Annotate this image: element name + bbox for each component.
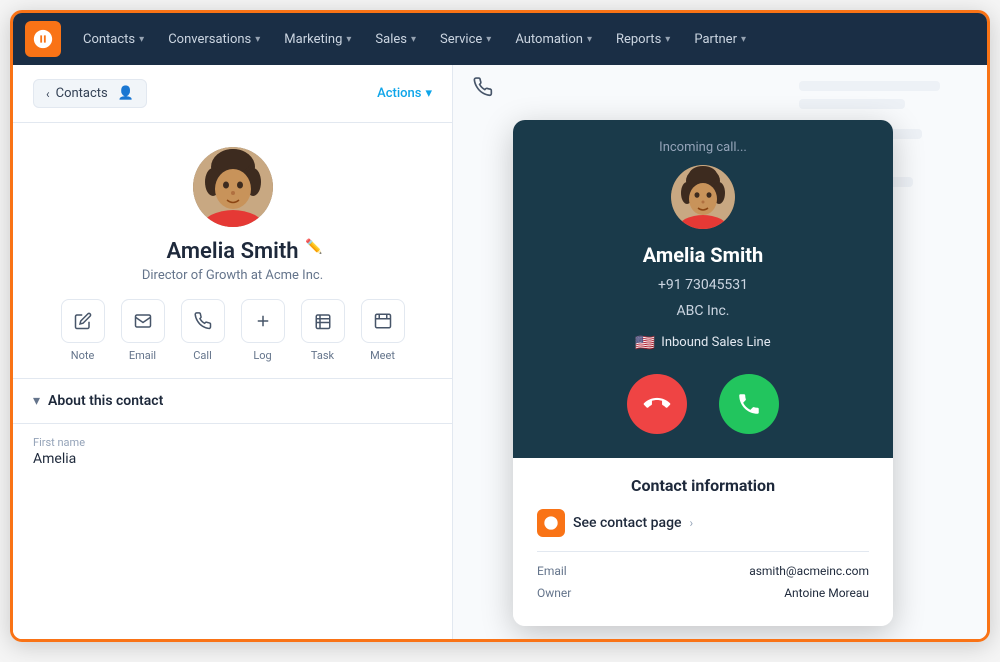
chevron-down-icon: ▾ bbox=[587, 34, 592, 45]
about-header-toggle[interactable]: ▾ About this contact bbox=[33, 393, 432, 409]
email-field-label: Email bbox=[537, 564, 567, 578]
call-line-label: Inbound Sales Line bbox=[661, 335, 770, 350]
log-button[interactable] bbox=[241, 299, 285, 343]
about-title: About this contact bbox=[48, 393, 163, 409]
right-panel: Incoming call... bbox=[453, 65, 987, 639]
caller-company: ABC Inc. bbox=[677, 303, 730, 319]
nav-item-conversations[interactable]: Conversations ▾ bbox=[158, 26, 270, 53]
chevron-down-icon: ▾ bbox=[741, 34, 746, 45]
nav-item-partner[interactable]: Partner ▾ bbox=[684, 26, 756, 53]
owner-info-row: Owner Antoine Moreau bbox=[537, 586, 869, 600]
call-header: Incoming call... bbox=[513, 120, 893, 458]
avatar-container bbox=[193, 147, 273, 227]
chevron-down-icon: ▾ bbox=[255, 34, 260, 45]
note-action: Note bbox=[61, 299, 105, 362]
info-divider bbox=[537, 551, 869, 552]
contact-title: Director of Growth at Acme Inc. bbox=[142, 268, 323, 283]
email-button[interactable] bbox=[121, 299, 165, 343]
chevron-down-icon: ▾ bbox=[139, 34, 144, 45]
note-button[interactable] bbox=[61, 299, 105, 343]
meet-label: Meet bbox=[370, 349, 395, 362]
contact-info-title: Contact information bbox=[537, 476, 869, 495]
nav-item-reports[interactable]: Reports ▾ bbox=[606, 26, 680, 53]
contacts-panel: ‹ Contacts 👤 Actions ▾ bbox=[13, 65, 453, 639]
chevron-down-icon: ▾ bbox=[665, 34, 670, 45]
chevron-down-icon: ▾ bbox=[411, 34, 416, 45]
nav-item-marketing[interactable]: Marketing ▾ bbox=[274, 26, 361, 53]
nav-item-sales[interactable]: Sales ▾ bbox=[365, 26, 426, 53]
log-label: Log bbox=[253, 349, 271, 362]
incoming-call-modal: Incoming call... bbox=[513, 120, 893, 626]
call-actions bbox=[627, 374, 779, 434]
caller-name: Amelia Smith bbox=[643, 243, 763, 267]
person-icon: 👤 bbox=[118, 86, 134, 101]
first-name-label: First name bbox=[33, 436, 432, 449]
owner-field-label: Owner bbox=[537, 586, 571, 600]
task-button[interactable] bbox=[301, 299, 345, 343]
call-action: Call bbox=[181, 299, 225, 362]
call-button[interactable] bbox=[181, 299, 225, 343]
fields-section: First name Amelia bbox=[13, 424, 452, 491]
first-name-value: Amelia bbox=[33, 451, 432, 467]
hubspot-icon bbox=[537, 509, 565, 537]
email-label: Email bbox=[129, 349, 156, 362]
meet-action: Meet bbox=[361, 299, 405, 362]
call-line-info: 🇺🇸 Inbound Sales Line bbox=[635, 333, 770, 352]
chevron-left-icon: ‹ bbox=[46, 87, 50, 101]
contact-name-row: Amelia Smith ✏️ bbox=[167, 239, 299, 268]
about-section: ▾ About this contact bbox=[13, 379, 452, 424]
incoming-call-status: Incoming call... bbox=[659, 140, 747, 155]
main-content: ‹ Contacts 👤 Actions ▾ bbox=[13, 65, 987, 639]
chevron-down-icon: ▾ bbox=[346, 34, 351, 45]
contact-profile: Amelia Smith ✏️ Director of Growth at Ac… bbox=[13, 123, 452, 379]
actions-button[interactable]: Actions ▾ bbox=[377, 86, 432, 101]
chevron-down-icon: ▾ bbox=[425, 86, 432, 101]
log-action: Log bbox=[241, 299, 285, 362]
task-action: Task bbox=[301, 299, 345, 362]
edit-icon[interactable]: ✏️ bbox=[305, 239, 322, 255]
panel-header: ‹ Contacts 👤 Actions ▾ bbox=[13, 65, 452, 123]
see-contact-page-link[interactable]: See contact page › bbox=[537, 509, 869, 537]
email-field-value: asmith@acmeinc.com bbox=[749, 564, 869, 578]
decline-call-button[interactable] bbox=[627, 374, 687, 434]
task-label: Task bbox=[311, 349, 334, 362]
flag-icon: 🇺🇸 bbox=[635, 333, 655, 352]
phone-icon[interactable] bbox=[473, 77, 493, 102]
owner-field-value: Antoine Moreau bbox=[784, 586, 869, 600]
note-label: Note bbox=[71, 349, 95, 362]
action-buttons: Note Email bbox=[61, 299, 405, 362]
call-label: Call bbox=[193, 349, 212, 362]
nav-item-contacts[interactable]: Contacts ▾ bbox=[73, 26, 154, 53]
see-contact-label: See contact page bbox=[573, 515, 682, 531]
back-to-contacts-button[interactable]: ‹ Contacts 👤 bbox=[33, 79, 147, 108]
contact-name: Amelia Smith bbox=[167, 239, 299, 264]
first-name-field: First name Amelia bbox=[33, 436, 432, 467]
chevron-down-icon: ▾ bbox=[486, 34, 491, 45]
email-action: Email bbox=[121, 299, 165, 362]
nav-item-automation[interactable]: Automation ▾ bbox=[505, 26, 602, 53]
avatar bbox=[193, 147, 273, 227]
about-chevron-icon: ▾ bbox=[33, 393, 40, 409]
nav-item-service[interactable]: Service ▾ bbox=[430, 26, 501, 53]
call-avatar bbox=[671, 165, 735, 229]
email-info-row: Email asmith@acmeinc.com bbox=[537, 564, 869, 578]
hubspot-logo[interactable] bbox=[25, 21, 61, 57]
contact-info-section: Contact information See contact page › E… bbox=[513, 458, 893, 626]
chevron-right-icon: › bbox=[690, 516, 694, 530]
caller-phone: +91 73045531 bbox=[658, 277, 748, 293]
meet-button[interactable] bbox=[361, 299, 405, 343]
accept-call-button[interactable] bbox=[719, 374, 779, 434]
nav-bar: Contacts ▾ Conversations ▾ Marketing ▾ S… bbox=[13, 13, 987, 65]
